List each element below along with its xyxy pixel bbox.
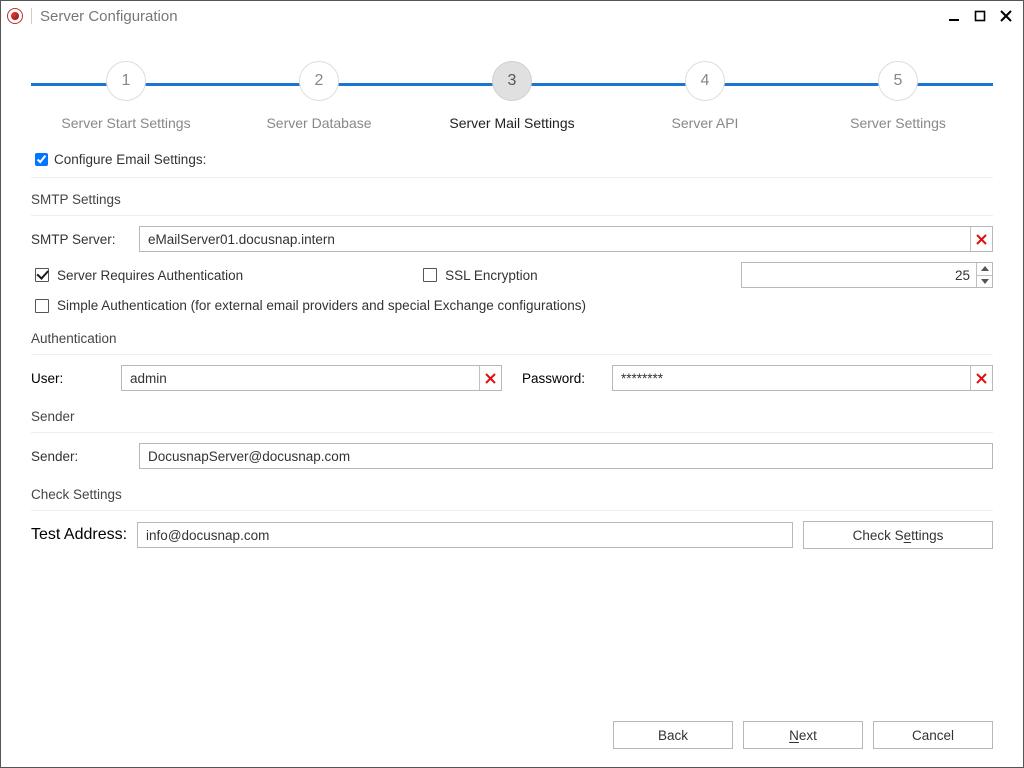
smtp-server-label: SMTP Server: [31,232,139,247]
check-section-title: Check Settings [31,487,993,511]
sender-label: Sender: [31,449,139,464]
port-spinner [976,263,992,287]
port-input[interactable] [742,263,976,287]
step-circle-4: 4 [685,61,725,101]
user-clear-icon[interactable] [479,366,501,390]
app-icon [7,8,23,24]
auth-section-title: Authentication [31,331,993,355]
titlebar: Server Configuration [1,1,1023,31]
server-configuration-window: Server Configuration 1 Server Start Sett… [0,0,1024,768]
simple-auth-label: Simple Authentication (for external emai… [57,298,586,313]
test-address-input[interactable] [138,523,792,547]
back-button[interactable]: Back [613,721,733,749]
sender-row: Sender: [31,443,993,469]
user-col: User: [31,365,502,391]
user-input[interactable] [122,366,479,390]
step-circle-1: 1 [106,61,146,101]
simple-auth-row: Simple Authentication (for external emai… [35,298,993,313]
step-4[interactable]: 4 Server API [610,61,800,131]
step-label-2: Server Database [224,115,414,131]
titlebar-divider [31,8,32,24]
wizard-stepper: 1 Server Start Settings 2 Server Databas… [1,31,1023,143]
wizard-footer: Back Next Cancel [1,705,1023,767]
configure-email-checkbox[interactable] [35,153,48,166]
test-address-label: Test Address: [31,526,127,544]
step-circle-3: 3 [492,61,532,101]
cancel-button[interactable]: Cancel [873,721,993,749]
password-col: Password: [522,365,993,391]
step-circle-2: 2 [299,61,339,101]
password-input-wrap [612,365,993,391]
step-2[interactable]: 2 Server Database [224,61,414,131]
requires-auth-label: Server Requires Authentication [57,268,243,283]
auth-row: User: Password: [31,365,993,391]
minimize-button[interactable] [947,9,961,23]
smtp-section-title: SMTP Settings [31,192,993,216]
sender-section-title: Sender [31,409,993,433]
user-input-wrap [121,365,502,391]
requires-auth-check[interactable]: Server Requires Authentication [35,268,243,283]
smtp-server-clear-icon[interactable] [970,227,992,251]
port-spin-down-icon[interactable] [977,275,992,288]
ssl-label: SSL Encryption [445,268,538,283]
port-spin-up-icon[interactable] [977,263,992,275]
step-5[interactable]: 5 Server Settings [803,61,993,131]
window-title: Server Configuration [40,8,178,25]
step-label-1: Server Start Settings [31,115,221,131]
password-clear-icon[interactable] [970,366,992,390]
step-1[interactable]: 1 Server Start Settings [31,61,221,131]
maximize-button[interactable] [973,9,987,23]
step-label-3: Server Mail Settings [417,115,607,131]
form-content: Configure Email Settings: SMTP Settings … [1,143,1023,705]
smtp-options-row: Server Requires Authentication SSL Encry… [35,262,993,288]
ssl-encryption-check[interactable]: SSL Encryption [423,268,538,283]
test-address-row: Test Address: Check Settings [31,521,993,549]
smtp-server-input[interactable] [140,227,970,251]
test-address-input-wrap [137,522,793,548]
sender-input-wrap [139,443,993,469]
step-circle-5: 5 [878,61,918,101]
window-controls [947,9,1017,23]
next-button[interactable]: Next [743,721,863,749]
ssl-checkbox-icon [423,268,437,282]
sender-input[interactable] [140,444,992,468]
step-3[interactable]: 3 Server Mail Settings [417,61,607,131]
smtp-server-row: SMTP Server: [31,226,993,252]
check-settings-button[interactable]: Check Settings [803,521,993,549]
port-input-wrap [741,262,993,288]
configure-email-label: Configure Email Settings: [54,152,206,167]
simple-auth-checkbox-icon [35,299,49,313]
smtp-server-input-wrap [139,226,993,252]
requires-auth-checkbox-icon [35,268,49,282]
configure-email-row: Configure Email Settings: [31,147,993,178]
close-button[interactable] [999,9,1013,23]
simple-auth-check[interactable]: Simple Authentication (for external emai… [35,298,586,313]
password-input[interactable] [613,366,970,390]
user-label: User: [31,371,121,386]
step-label-4: Server API [610,115,800,131]
step-label-5: Server Settings [803,115,993,131]
password-label: Password: [522,371,612,386]
